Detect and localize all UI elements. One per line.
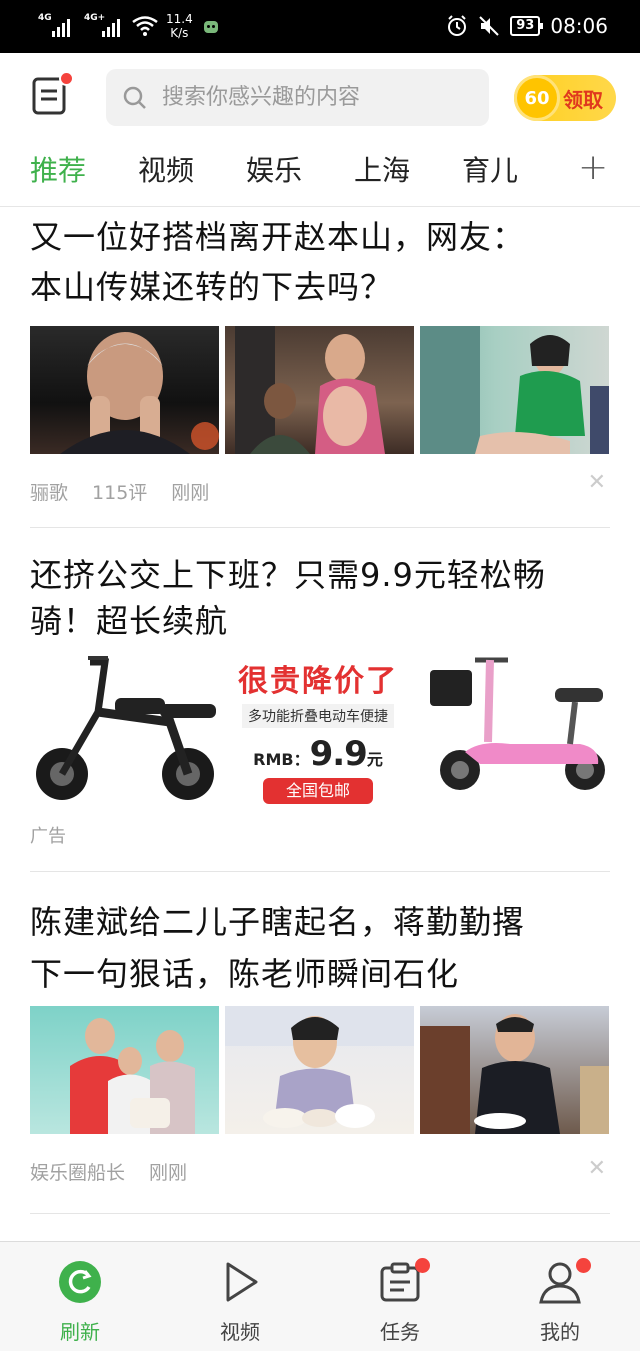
ad-shipping-badge: 全国包邮 bbox=[263, 778, 373, 804]
news-article[interactable]: 陈建斌给二儿子瞎起名，蒋勤勤撂 下一句狠话，陈老师瞬间石化 娱乐圈船长 刚刚 ✕ bbox=[30, 896, 610, 1185]
signal-icon: 4G bbox=[38, 13, 70, 37]
tab-parenting[interactable]: 育儿 bbox=[462, 149, 518, 189]
claim-label: 领取 bbox=[563, 87, 603, 112]
tab-recommend[interactable]: 推荐 bbox=[30, 149, 86, 189]
status-bar: 4G 4G+ 11.4 K/s 93 08:06 bbox=[0, 0, 640, 53]
article-thumbnail[interactable] bbox=[420, 1006, 609, 1134]
app-notification-icon bbox=[203, 21, 218, 33]
news-menu-button[interactable] bbox=[32, 71, 74, 117]
divider bbox=[30, 527, 610, 528]
ad-copy: 很贵降价了 多功能折叠电动车便捷 RMB：9.9元 全国包邮 bbox=[230, 656, 406, 804]
notification-dot bbox=[415, 1258, 430, 1273]
network-speed: 11.4 K/s bbox=[166, 12, 193, 40]
header: 60 领取 bbox=[0, 53, 640, 145]
wifi-icon bbox=[132, 16, 158, 36]
article-thumbnail[interactable] bbox=[225, 1006, 414, 1134]
article-comments: 115评 bbox=[92, 482, 148, 504]
divider bbox=[30, 871, 610, 872]
search-input[interactable] bbox=[162, 85, 462, 110]
ad-label: 广告 bbox=[30, 826, 66, 847]
coin-icon: 60 bbox=[514, 75, 560, 121]
article-thumbnail[interactable] bbox=[225, 326, 414, 454]
nav-video[interactable]: 视频 bbox=[160, 1242, 320, 1351]
dismiss-icon[interactable]: ✕ bbox=[588, 1156, 606, 1181]
scooter-pink-image bbox=[430, 657, 605, 790]
refresh-icon bbox=[59, 1261, 101, 1303]
tab-video[interactable]: 视频 bbox=[138, 149, 194, 189]
article-source: 骊歌 bbox=[30, 482, 69, 504]
scooter-black-image bbox=[36, 656, 216, 800]
notification-dot bbox=[576, 1258, 591, 1273]
news-article[interactable]: 又一位好搭档离开赵本山，网友： 本山传媒还转的下去吗？ 骊歌 115评 刚刚 ✕ bbox=[30, 212, 610, 505]
article-thumbnail[interactable] bbox=[420, 326, 609, 454]
article-title[interactable]: 还挤公交上下班？只需9.9元轻松畅 骑！超长续航 bbox=[30, 552, 610, 644]
ad-price: RMB：9.9元 bbox=[253, 734, 383, 774]
article-time: 刚刚 bbox=[171, 482, 210, 504]
article-source: 娱乐圈船长 bbox=[30, 1162, 126, 1184]
tab-entertainment[interactable]: 娱乐 bbox=[246, 149, 302, 189]
dismiss-icon[interactable]: ✕ bbox=[588, 470, 606, 495]
ad-subtitle: 多功能折叠电动车便捷 bbox=[242, 704, 394, 728]
category-tabs: 推荐 视频 娱乐 上海 育儿 + bbox=[0, 145, 640, 207]
article-meta: 骊歌 115评 刚刚 bbox=[30, 478, 610, 505]
battery-indicator: 93 bbox=[510, 16, 544, 36]
ad-headline: 很贵降价了 bbox=[238, 664, 398, 699]
divider bbox=[30, 1213, 610, 1214]
article-time: 刚刚 bbox=[149, 1162, 188, 1184]
nav-tasks[interactable]: 任务 bbox=[320, 1242, 480, 1351]
alarm-icon bbox=[448, 15, 467, 36]
add-tab-button[interactable]: + bbox=[578, 147, 608, 188]
signal-icon-2: 4G+ bbox=[84, 13, 120, 37]
ad-article[interactable]: 还挤公交上下班？只需9.9元轻松畅 骑！超长续航 很贵降价了 多功能折叠电动车便… bbox=[30, 552, 610, 848]
article-meta: 娱乐圈船长 刚刚 bbox=[30, 1158, 610, 1185]
notification-dot bbox=[59, 71, 74, 86]
bottom-nav: 刷新 视频 任务 我的 bbox=[0, 1241, 640, 1351]
ad-banner[interactable]: 很贵降价了 多功能折叠电动车便捷 RMB：9.9元 全国包邮 bbox=[30, 652, 610, 816]
play-icon bbox=[226, 1262, 258, 1302]
tab-shanghai[interactable]: 上海 bbox=[354, 149, 410, 189]
article-title[interactable]: 又一位好搭档离开赵本山，网友： 本山传媒还转的下去吗？ bbox=[30, 212, 610, 312]
nav-profile[interactable]: 我的 bbox=[480, 1242, 640, 1351]
clock: 08:06 bbox=[550, 14, 608, 38]
claim-coins-button[interactable]: 60 领取 bbox=[514, 75, 616, 121]
mute-icon bbox=[479, 16, 499, 36]
article-thumbnail[interactable] bbox=[30, 1006, 219, 1134]
search-bar[interactable] bbox=[106, 69, 489, 126]
article-title[interactable]: 陈建斌给二儿子瞎起名，蒋勤勤撂 下一句狠话，陈老师瞬间石化 bbox=[30, 896, 610, 1000]
article-thumbnail[interactable] bbox=[30, 326, 219, 454]
nav-refresh[interactable]: 刷新 bbox=[0, 1242, 160, 1351]
search-icon bbox=[123, 86, 146, 109]
